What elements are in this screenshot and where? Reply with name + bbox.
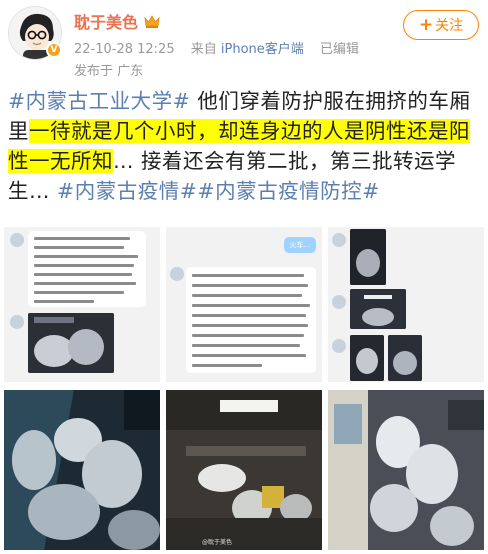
chat-photo	[388, 335, 422, 381]
image-thumbnail[interactable]: 火车…	[166, 227, 322, 382]
source-prefix: 来自	[190, 42, 217, 57]
follow-button[interactable]: + 关注	[403, 10, 479, 40]
image-thumbnail[interactable]: @耽于美色	[166, 390, 322, 550]
post-meta: 22-10-28 12:25 来自 iPhone客户端 已编辑	[74, 38, 359, 57]
watermark: @耽于美色	[202, 538, 232, 546]
post-location: 发布于 广东	[74, 64, 144, 79]
chat-avatar	[170, 267, 184, 281]
chat-photo	[350, 335, 384, 381]
image-thumbnail[interactable]	[328, 227, 484, 382]
chat-bubble	[28, 231, 146, 307]
chat-bubble	[186, 267, 316, 373]
train-cabin-photo	[4, 390, 160, 550]
chat-photo	[350, 289, 406, 329]
chat-photo	[28, 313, 114, 373]
chat-avatar	[10, 233, 24, 247]
topic-link[interactable]: #内蒙古疫情#	[57, 179, 197, 203]
chat-avatar	[332, 339, 346, 353]
post-text: #内蒙古工业大学# 他们穿着防护服在拥挤的车厢里一待就是几个小时，却连身边的人是…	[8, 86, 482, 206]
chat-avatar	[332, 233, 346, 247]
client-link[interactable]: iPhone客户端	[221, 42, 304, 57]
image-thumbnail[interactable]	[328, 390, 484, 550]
image-thumbnail[interactable]	[4, 227, 160, 382]
chat-avatar	[332, 295, 346, 309]
user-name[interactable]: 耽于美色	[74, 9, 138, 33]
post-header: V 耽于美色 22-10-28 12:25 来自 iPhone客户端 已编辑 发…	[0, 0, 488, 84]
crown-icon	[144, 15, 160, 28]
verified-badge: V	[46, 42, 62, 58]
topic-link[interactable]: #内蒙古工业大学#	[8, 89, 190, 113]
name-row: 耽于美色	[74, 9, 161, 33]
sleeper-cabin-photo: @耽于美色	[166, 390, 322, 550]
follow-label: 关注	[435, 18, 464, 34]
image-thumbnail[interactable]	[4, 390, 160, 550]
image-grid: 火车… @耽于美色	[4, 227, 484, 551]
chat-photo	[350, 229, 386, 285]
edited-label[interactable]: 已编辑	[320, 42, 359, 57]
topic-link[interactable]: #内蒙古疫情防控#	[197, 179, 379, 203]
post-time: 22-10-28 12:25	[74, 42, 175, 57]
chat-avatar	[10, 315, 24, 329]
chat-bubble-blue: 火车…	[284, 237, 316, 253]
plus-icon: +	[418, 15, 434, 35]
corridor-photo	[328, 390, 484, 550]
